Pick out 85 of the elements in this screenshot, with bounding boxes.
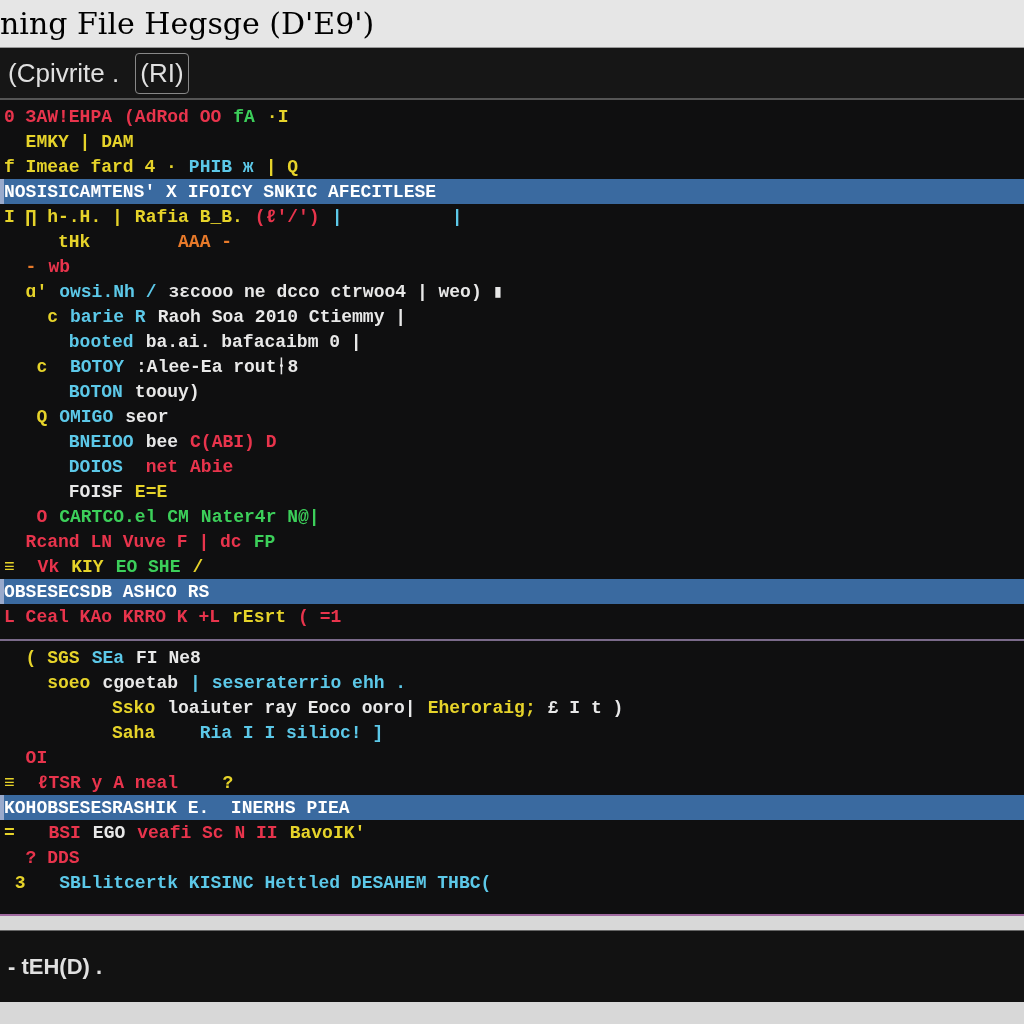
status-text: - tEH(D) . (8, 953, 103, 981)
code-text: ≡ (4, 557, 15, 576)
code-text: Ssko (111, 698, 156, 717)
code-text: ? DDS (24, 848, 80, 867)
code-text: ≡ (4, 773, 15, 792)
code-text: c (46, 307, 58, 326)
code-text: EGO (92, 823, 126, 842)
code-text: KIY (71, 557, 104, 576)
code-text: Saha (111, 723, 156, 742)
code-text: | Q (265, 157, 299, 176)
window-title: ning File Hegsge (D'E9') (0, 5, 375, 43)
code-text: Eheroraig; (427, 698, 536, 717)
code-text: | (331, 207, 343, 226)
code-text: BNEIOO (67, 432, 134, 451)
code-text: BSI (47, 823, 81, 842)
code-text: ba.ai. bafacaibm 0 | (145, 332, 362, 351)
code-text: :Alee-Ea routᛂ8 (136, 357, 299, 376)
code-text: seor (125, 407, 169, 426)
code-text: Ria I I silioc! ] (198, 723, 384, 742)
code-text: OBSESECSDB ASHCO RS (4, 582, 210, 601)
code-text: EMKY | DAM (24, 132, 134, 151)
code-text: BavoIK' (289, 823, 366, 842)
code-text: toouy) (134, 382, 200, 401)
code-text: FP (253, 532, 276, 551)
code-text: / (192, 557, 204, 576)
code-text: (ℓ'/') (254, 207, 320, 226)
code-text: KOHOBSESESRASHIK E. INERHS PIEA (4, 798, 350, 817)
code-text: barie R (70, 307, 146, 326)
code-text: veafi Sc N II (137, 823, 278, 842)
code-text: 0 ЗAW!EHPA (4, 107, 113, 126)
code-text: | (450, 207, 463, 226)
code-text: c (35, 357, 48, 376)
code-text: | seseraterrio ehh . (190, 673, 407, 692)
code-text: FOISF (67, 482, 123, 501)
code-text: Rcand LN Vuve F | dc (24, 532, 242, 551)
code-text: FI Ne8 (136, 648, 201, 667)
code-text: loaiuter ray Eoco ooro| (167, 698, 416, 717)
code-text: owsi.Nh / (59, 282, 157, 301)
code-text: OI (24, 748, 48, 767)
code-text: BOTOY (69, 357, 125, 376)
code-text: ( SGS (24, 648, 80, 667)
code-text: rEsrt (232, 607, 287, 626)
code-text: wb (48, 257, 70, 276)
code-text: bee (145, 432, 179, 451)
code-text: C(ABI) D (190, 432, 277, 451)
code-text: OMIGO (59, 407, 114, 426)
code-text: SEa (91, 648, 125, 667)
code-text: - (24, 257, 37, 276)
code-text: = (4, 823, 15, 842)
code-text: booted (67, 332, 134, 351)
code-text: 3 (13, 873, 26, 892)
code-text: fA (233, 107, 255, 126)
code-text: ℓTSR y A neal (36, 773, 179, 792)
code-text: Raoh Soa 2010 Ctiemmy | (157, 307, 407, 326)
code-text: Abie (190, 457, 234, 476)
code-text: soeo (46, 673, 91, 692)
code-text: SBLlitcertk KISINC Hettled DESAHEM THBC( (58, 873, 492, 892)
code-text: O (35, 507, 48, 526)
code-text: ɜɛcooo ne dcco ctrwoo4 | weo) ▮ (168, 282, 504, 301)
code-text: Nater4r N@| (200, 507, 320, 526)
code-text: ( =1 (298, 607, 342, 626)
tab-label[interactable]: (Cpivrite . (8, 53, 120, 93)
code-text: E=E (134, 482, 168, 501)
tab-badge: (RI) (135, 52, 189, 94)
code-text: (AdRod OO (124, 107, 222, 126)
code-text: CARTCO.el CM (59, 507, 189, 526)
code-text: Vk (36, 557, 60, 576)
code-text: I ∏ h-.H. | (4, 207, 123, 226)
code-text: ·I (266, 107, 289, 126)
code-text: Rafia B_B. (134, 207, 243, 226)
code-text: f Imeae fard 4 · (4, 157, 177, 176)
code-text: Q (35, 407, 48, 426)
code-text: ? (221, 773, 234, 792)
code-text: ɑ' (24, 282, 48, 301)
code-text: DOIOS (67, 457, 123, 476)
code-text: cgoetab (102, 673, 179, 692)
code-text: PHIB ж (188, 157, 254, 176)
code-text: net (144, 457, 179, 476)
code-text: L Ceal KAo KRRO K +L (4, 607, 221, 626)
code-text: AAA - (177, 232, 233, 251)
code-text: £ I t ) (547, 698, 624, 717)
code-text: EO SHE (115, 557, 181, 576)
code-text: NOSISICAMTENS' X IFOICY SNKIC AFECITLESE (4, 182, 437, 201)
code-text: BOTON (67, 382, 123, 401)
code-text: tHk (57, 232, 91, 251)
